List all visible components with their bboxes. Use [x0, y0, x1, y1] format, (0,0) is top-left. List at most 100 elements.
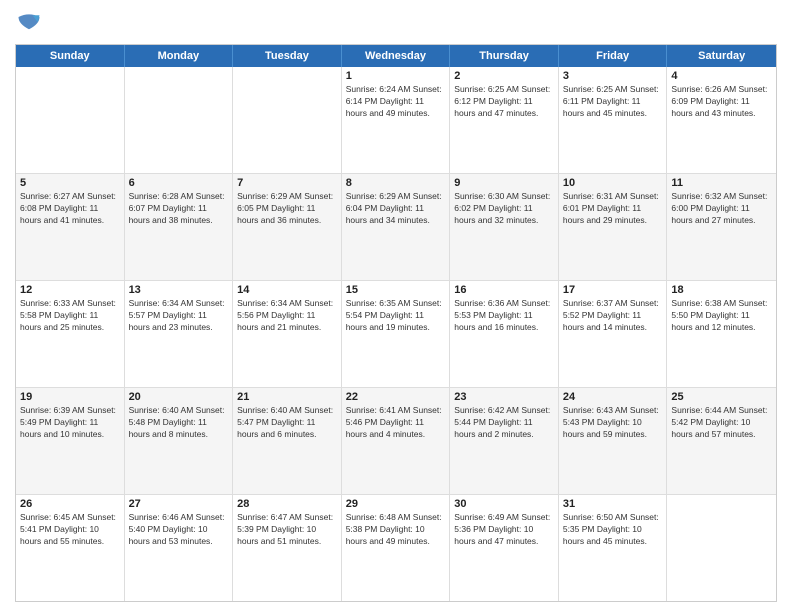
cell-info-text: Sunrise: 6:50 AM Sunset: 5:35 PM Dayligh… — [563, 512, 663, 548]
cell-day-number: 20 — [129, 391, 229, 403]
calendar-cell-3-1: 20 Sunrise: 6:40 AM Sunset: 5:48 PM Dayli… — [125, 388, 234, 494]
cell-info-text: Sunrise: 6:32 AM Sunset: 6:00 PM Dayligh… — [671, 191, 772, 227]
header-day-tuesday: Tuesday — [233, 45, 342, 67]
cell-day-number: 30 — [454, 498, 554, 510]
calendar-cell-3-5: 24 Sunrise: 6:43 AM Sunset: 5:43 PM Dayli… — [559, 388, 668, 494]
cell-info-text: Sunrise: 6:40 AM Sunset: 5:47 PM Dayligh… — [237, 405, 337, 441]
header-day-saturday: Saturday — [667, 45, 776, 67]
header-day-wednesday: Wednesday — [342, 45, 451, 67]
cell-info-text: Sunrise: 6:24 AM Sunset: 6:14 PM Dayligh… — [346, 84, 446, 120]
cell-day-number: 29 — [346, 498, 446, 510]
calendar-cell-4-2: 28 Sunrise: 6:47 AM Sunset: 5:39 PM Dayli… — [233, 495, 342, 601]
calendar-cell-3-4: 23Sunrise: 6:42 AM Sunset: 5:44 PM Dayli… — [450, 388, 559, 494]
cell-info-text: Sunrise: 6:36 AM Sunset: 5:53 PM Dayligh… — [454, 298, 554, 334]
cell-info-text: Sunrise: 6:37 AM Sunset: 5:52 PM Dayligh… — [563, 298, 663, 334]
cell-info-text: Sunrise: 6:25 AM Sunset: 6:11 PM Dayligh… — [563, 84, 663, 120]
calendar-cell-1-0: 5 Sunrise: 6:27 AM Sunset: 6:08 PM Daylig… — [16, 174, 125, 280]
calendar-cell-1-5: 10 Sunrise: 6:31 AM Sunset: 6:01 PM Dayli… — [559, 174, 668, 280]
cell-day-number: 4 — [671, 70, 772, 82]
cell-info-text: Sunrise: 6:41 AM Sunset: 5:46 PM Dayligh… — [346, 405, 446, 441]
calendar-cell-0-2 — [233, 67, 342, 173]
cell-info-text: Sunrise: 6:26 AM Sunset: 6:09 PM Dayligh… — [671, 84, 772, 120]
cell-day-number: 18 — [671, 284, 772, 296]
calendar-row-1: 5 Sunrise: 6:27 AM Sunset: 6:08 PM Daylig… — [16, 174, 776, 281]
cell-info-text: Sunrise: 6:39 AM Sunset: 5:49 PM Dayligh… — [20, 405, 120, 441]
cell-info-text: Sunrise: 6:29 AM Sunset: 6:05 PM Dayligh… — [237, 191, 337, 227]
header-day-sunday: Sunday — [16, 45, 125, 67]
calendar-cell-4-1: 27 Sunrise: 6:46 AM Sunset: 5:40 PM Dayli… — [125, 495, 234, 601]
calendar-cell-2-4: 16 Sunrise: 6:36 AM Sunset: 5:53 PM Dayli… — [450, 281, 559, 387]
cell-day-number: 13 — [129, 284, 229, 296]
calendar-row-3: 19 Sunrise: 6:39 AM Sunset: 5:49 PM Dayli… — [16, 388, 776, 495]
cell-day-number: 17 — [563, 284, 663, 296]
cell-day-number: 31 — [563, 498, 663, 510]
cell-day-number: 14 — [237, 284, 337, 296]
calendar-cell-3-2: 21 Sunrise: 6:40 AM Sunset: 5:47 PM Dayli… — [233, 388, 342, 494]
cell-info-text: Sunrise: 6:35 AM Sunset: 5:54 PM Dayligh… — [346, 298, 446, 334]
calendar-row-2: 12 Sunrise: 6:33 AM Sunset: 5:58 PM Dayli… — [16, 281, 776, 388]
cell-info-text: Sunrise: 6:42 AM Sunset: 5:44 PM Dayligh… — [454, 405, 554, 441]
cell-day-number: 7 — [237, 177, 337, 189]
calendar-cell-0-5: 3 Sunrise: 6:25 AM Sunset: 6:11 PM Daylig… — [559, 67, 668, 173]
cell-day-number: 3 — [563, 70, 663, 82]
calendar-cell-2-3: 15 Sunrise: 6:35 AM Sunset: 5:54 PM Dayli… — [342, 281, 451, 387]
calendar-body: 1Sunrise: 6:24 AM Sunset: 6:14 PM Daylig… — [16, 67, 776, 601]
cell-day-number: 6 — [129, 177, 229, 189]
calendar-cell-2-5: 17 Sunrise: 6:37 AM Sunset: 5:52 PM Dayli… — [559, 281, 668, 387]
cell-day-number: 26 — [20, 498, 120, 510]
logo — [15, 10, 47, 38]
cell-day-number: 15 — [346, 284, 446, 296]
calendar-cell-0-0 — [16, 67, 125, 173]
cell-day-number: 24 — [563, 391, 663, 403]
cell-day-number: 16 — [454, 284, 554, 296]
cell-info-text: Sunrise: 6:46 AM Sunset: 5:40 PM Dayligh… — [129, 512, 229, 548]
cell-day-number: 27 — [129, 498, 229, 510]
cell-info-text: Sunrise: 6:40 AM Sunset: 5:48 PM Dayligh… — [129, 405, 229, 441]
page: SundayMondayTuesdayWednesdayThursdayFrid… — [0, 0, 792, 612]
cell-day-number: 19 — [20, 391, 120, 403]
calendar-row-0: 1Sunrise: 6:24 AM Sunset: 6:14 PM Daylig… — [16, 67, 776, 174]
cell-info-text: Sunrise: 6:33 AM Sunset: 5:58 PM Dayligh… — [20, 298, 120, 334]
cell-info-text: Sunrise: 6:49 AM Sunset: 5:36 PM Dayligh… — [454, 512, 554, 548]
cell-day-number: 22 — [346, 391, 446, 403]
cell-info-text: Sunrise: 6:25 AM Sunset: 6:12 PM Dayligh… — [454, 84, 554, 120]
calendar-cell-2-1: 13 Sunrise: 6:34 AM Sunset: 5:57 PM Dayli… — [125, 281, 234, 387]
cell-day-number: 2 — [454, 70, 554, 82]
cell-info-text: Sunrise: 6:34 AM Sunset: 5:57 PM Dayligh… — [129, 298, 229, 334]
calendar-cell-4-5: 31 Sunrise: 6:50 AM Sunset: 5:35 PM Dayli… — [559, 495, 668, 601]
cell-info-text: Sunrise: 6:44 AM Sunset: 5:42 PM Dayligh… — [671, 405, 772, 441]
calendar-cell-3-3: 22 Sunrise: 6:41 AM Sunset: 5:46 PM Dayli… — [342, 388, 451, 494]
calendar-cell-1-2: 7 Sunrise: 6:29 AM Sunset: 6:05 PM Daylig… — [233, 174, 342, 280]
cell-day-number: 21 — [237, 391, 337, 403]
cell-day-number: 11 — [671, 177, 772, 189]
calendar-cell-4-0: 26 Sunrise: 6:45 AM Sunset: 5:41 PM Dayli… — [16, 495, 125, 601]
cell-info-text: Sunrise: 6:45 AM Sunset: 5:41 PM Dayligh… — [20, 512, 120, 548]
calendar-cell-0-6: 4 Sunrise: 6:26 AM Sunset: 6:09 PM Daylig… — [667, 67, 776, 173]
header — [15, 10, 777, 38]
cell-info-text: Sunrise: 6:48 AM Sunset: 5:38 PM Dayligh… — [346, 512, 446, 548]
cell-info-text: Sunrise: 6:27 AM Sunset: 6:08 PM Dayligh… — [20, 191, 120, 227]
cell-day-number: 8 — [346, 177, 446, 189]
calendar-cell-4-4: 30 Sunrise: 6:49 AM Sunset: 5:36 PM Dayli… — [450, 495, 559, 601]
calendar-cell-2-2: 14Sunrise: 6:34 AM Sunset: 5:56 PM Dayli… — [233, 281, 342, 387]
cell-info-text: Sunrise: 6:47 AM Sunset: 5:39 PM Dayligh… — [237, 512, 337, 548]
calendar-cell-1-4: 9 Sunrise: 6:30 AM Sunset: 6:02 PM Daylig… — [450, 174, 559, 280]
calendar-cell-0-4: 2 Sunrise: 6:25 AM Sunset: 6:12 PM Daylig… — [450, 67, 559, 173]
cell-info-text: Sunrise: 6:43 AM Sunset: 5:43 PM Dayligh… — [563, 405, 663, 441]
calendar-cell-3-0: 19 Sunrise: 6:39 AM Sunset: 5:49 PM Dayli… — [16, 388, 125, 494]
cell-day-number: 5 — [20, 177, 120, 189]
calendar-cell-4-3: 29 Sunrise: 6:48 AM Sunset: 5:38 PM Dayli… — [342, 495, 451, 601]
logo-icon — [15, 10, 43, 38]
cell-day-number: 25 — [671, 391, 772, 403]
calendar-cell-1-6: 11 Sunrise: 6:32 AM Sunset: 6:00 PM Dayli… — [667, 174, 776, 280]
header-day-monday: Monday — [125, 45, 234, 67]
calendar-header: SundayMondayTuesdayWednesdayThursdayFrid… — [16, 45, 776, 67]
cell-info-text: Sunrise: 6:30 AM Sunset: 6:02 PM Dayligh… — [454, 191, 554, 227]
cell-day-number: 9 — [454, 177, 554, 189]
header-day-thursday: Thursday — [450, 45, 559, 67]
calendar-row-4: 26 Sunrise: 6:45 AM Sunset: 5:41 PM Dayli… — [16, 495, 776, 601]
cell-day-number: 28 — [237, 498, 337, 510]
cell-day-number: 10 — [563, 177, 663, 189]
cell-day-number: 12 — [20, 284, 120, 296]
cell-info-text: Sunrise: 6:31 AM Sunset: 6:01 PM Dayligh… — [563, 191, 663, 227]
